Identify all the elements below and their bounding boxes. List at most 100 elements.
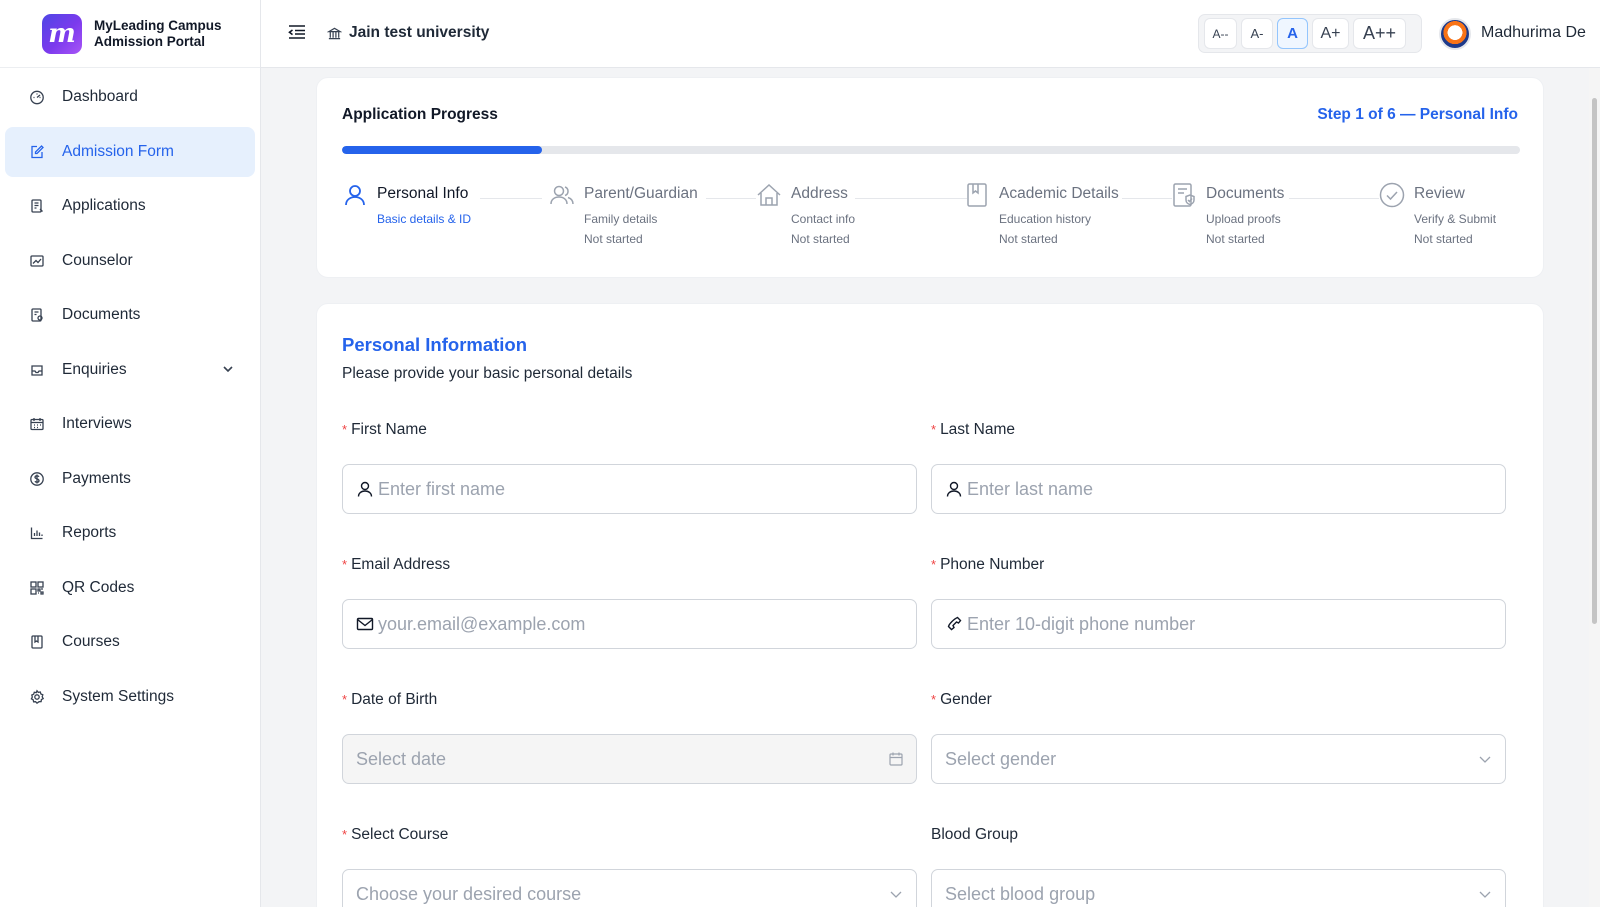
step-connector	[1122, 198, 1172, 199]
font-size-xl-button[interactable]: A++	[1353, 18, 1406, 49]
home-icon	[756, 182, 782, 208]
brand-name-line1: MyLeading Campus	[94, 17, 222, 33]
step-title: Address	[791, 185, 848, 202]
sidebar-item-label: Payments	[62, 469, 131, 487]
step-connector	[855, 198, 967, 199]
font-size-default-button[interactable]: A	[1277, 18, 1308, 49]
blood-group-select[interactable]: Select blood group	[931, 869, 1506, 907]
email-input[interactable]: your.email@example.com	[342, 599, 917, 649]
sidebar-item-applications[interactable]: Applications	[5, 181, 255, 231]
blood-group-placeholder: Select blood group	[945, 883, 1096, 904]
step-review[interactable]: Review Verify & Submit Not started	[1379, 182, 1496, 246]
university-icon	[327, 27, 342, 39]
required-marker: *	[931, 422, 937, 437]
user-name[interactable]: Madhurima De	[1481, 24, 1586, 42]
brand[interactable]: m MyLeading Campus Admission Portal	[0, 0, 260, 68]
sidebar-item-counselor[interactable]: Counselor	[5, 236, 255, 286]
step-parent-guardian[interactable]: Parent/Guardian Family details Not start…	[549, 182, 698, 246]
university-name-label: Jain test university	[349, 24, 490, 41]
user-icon	[342, 182, 368, 208]
course-placeholder: Choose your desired course	[356, 883, 582, 904]
step-title: Personal Info	[377, 185, 469, 202]
chevron-down-icon	[890, 891, 902, 898]
scrollbar-thumb[interactable]	[1592, 98, 1597, 624]
phone-label-text: Phone Number	[940, 556, 1045, 573]
application-progress-card: Application Progress Step 1 of 6 — Perso…	[316, 77, 1544, 278]
book-icon	[964, 182, 990, 208]
sidebar-nav: Dashboard Admission Form Applications Co…	[0, 68, 260, 722]
step-academic-details[interactable]: Academic Details Education history Not s…	[964, 182, 1119, 246]
sidebar-item-payments[interactable]: Payments	[5, 454, 255, 504]
step-personal-info[interactable]: Personal Info Basic details & ID	[342, 182, 471, 226]
last-name-placeholder: Enter last name	[967, 478, 1094, 499]
sidebar-item-label: Documents	[62, 306, 141, 323]
sidebar-item-label: Applications	[62, 197, 146, 214]
sidebar-item-documents[interactable]: Documents	[5, 290, 255, 340]
step-indicator: Step 1 of 6 — Personal Info	[1317, 106, 1518, 123]
top-header: Jain test university A-- A- A A+ A++ Mad…	[261, 0, 1600, 68]
calendar-icon	[29, 416, 45, 432]
sidebar: m MyLeading Campus Admission Portal Dash…	[0, 0, 261, 907]
dob-label-text: Date of Birth	[351, 691, 438, 708]
blood-group-label: Blood Group	[931, 826, 1019, 843]
qr-code-icon	[29, 580, 45, 596]
section-title: Personal Information	[342, 334, 528, 355]
required-marker: *	[342, 557, 348, 572]
book-icon	[29, 634, 45, 650]
course-field: * Select Course Choose your desired cours…	[342, 826, 917, 907]
step-status: Not started	[584, 232, 643, 246]
dob-date-picker[interactable]: Select date	[342, 734, 917, 784]
course-select[interactable]: Choose your desired course	[342, 869, 917, 907]
step-address[interactable]: Address Contact info Not started	[756, 182, 855, 246]
sidebar-item-label: Enquiries	[62, 360, 127, 378]
email-label-text: Email Address	[351, 556, 451, 573]
gender-placeholder: Select gender	[945, 748, 1057, 769]
font-size-xs-button[interactable]: A--	[1204, 18, 1237, 49]
sidebar-item-dashboard[interactable]: Dashboard	[5, 72, 255, 122]
edit-form-icon	[29, 144, 45, 160]
last-name-input[interactable]: Enter last name	[931, 464, 1506, 514]
first-name-placeholder: Enter first name	[378, 478, 506, 499]
sidebar-item-system-settings[interactable]: System Settings	[5, 672, 255, 722]
gender-select[interactable]: Select gender	[931, 734, 1506, 784]
gender-label: * Gender	[931, 691, 1506, 711]
bar-chart-icon	[29, 525, 45, 541]
menu-toggle-icon[interactable]	[287, 22, 307, 42]
sidebar-item-courses[interactable]: Courses	[5, 617, 255, 667]
first-name-label-text: First Name	[351, 421, 427, 438]
sidebar-item-label: QR Codes	[62, 578, 135, 596]
chevron-down-icon[interactable]	[221, 362, 235, 376]
main-scrollbar[interactable]	[1589, 68, 1600, 907]
step-title: Documents	[1206, 185, 1285, 202]
step-subtitle: Contact info	[791, 212, 856, 226]
user-icon	[356, 480, 374, 498]
required-marker: *	[931, 692, 937, 707]
phone-placeholder: Enter 10-digit phone number	[967, 613, 1196, 634]
brand-name: MyLeading Campus Admission Portal	[94, 18, 222, 50]
font-size-sm-button[interactable]: A-	[1241, 18, 1273, 49]
documents-icon	[29, 307, 45, 323]
sidebar-item-interviews[interactable]: Interviews	[5, 399, 255, 449]
step-title: Parent/Guardian	[584, 185, 698, 202]
step-subtitle: Education history	[999, 212, 1092, 226]
last-name-label-text: Last Name	[940, 421, 1016, 438]
sidebar-item-reports[interactable]: Reports	[5, 508, 255, 558]
steps: Personal Info Basic details & ID Parent/…	[342, 182, 1520, 262]
font-size-lg-button[interactable]: A+	[1312, 18, 1349, 49]
sidebar-item-enquiries[interactable]: Enquiries	[5, 345, 255, 395]
email-label: * Email Address	[342, 556, 917, 576]
step-status: Not started	[1414, 232, 1473, 246]
required-marker: *	[342, 827, 348, 842]
required-marker: *	[342, 692, 348, 707]
sidebar-item-label: Reports	[62, 524, 117, 541]
progress-bar	[342, 146, 1520, 154]
step-documents[interactable]: Documents Upload proofs Not started	[1171, 182, 1284, 246]
phone-input[interactable]: Enter 10-digit phone number	[931, 599, 1506, 649]
brand-logo: m	[42, 13, 82, 54]
avatar[interactable]	[1439, 18, 1471, 50]
first-name-input[interactable]: Enter first name	[342, 464, 917, 514]
sidebar-item-qr-codes[interactable]: QR Codes	[5, 563, 255, 613]
step-subtitle: Upload proofs	[1206, 212, 1281, 226]
brand-name-line2: Admission Portal	[94, 33, 206, 49]
sidebar-item-admission-form[interactable]: Admission Form	[5, 126, 255, 177]
